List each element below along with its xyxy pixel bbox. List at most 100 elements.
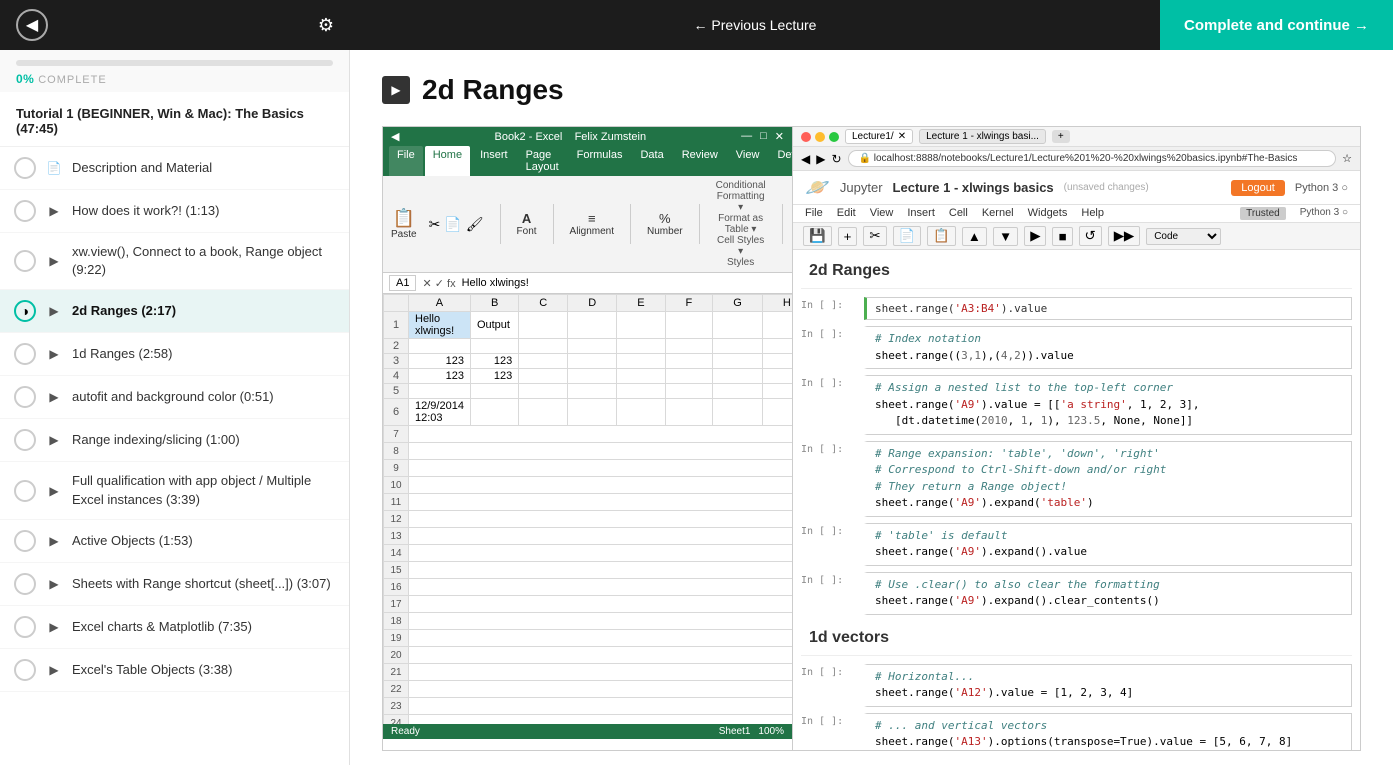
course-item-8[interactable]: ▶ Full qualification with app object / M…: [0, 462, 349, 519]
cell-b1[interactable]: Output: [470, 312, 518, 339]
cell-c3[interactable]: [519, 354, 568, 369]
minimize-dot[interactable]: [815, 132, 825, 142]
tab-file[interactable]: File: [389, 146, 423, 176]
browser-refresh-button[interactable]: ↻: [831, 152, 841, 166]
cell-a2[interactable]: [409, 339, 471, 354]
menu-help[interactable]: Help: [1081, 207, 1104, 220]
course-item-6[interactable]: ▶ autofit and background color (0:51): [0, 376, 349, 419]
cell-g3[interactable]: [713, 354, 763, 369]
cell-c2[interactable]: [519, 339, 568, 354]
close-dot[interactable]: [801, 132, 811, 142]
cell-ref-box[interactable]: A1: [389, 275, 416, 291]
cell-f2[interactable]: [665, 339, 713, 354]
excel-grid-container[interactable]: A B C D E F G H: [383, 294, 792, 724]
complete-continue-button[interactable]: Complete and continue →: [1160, 0, 1393, 50]
menu-cell[interactable]: Cell: [949, 207, 968, 220]
copy-cell-btn[interactable]: 📄: [893, 226, 922, 246]
cell-c4[interactable]: [519, 369, 568, 384]
settings-button[interactable]: ⚙: [318, 15, 334, 36]
course-item-11[interactable]: ▶ Excel charts & Matplotlib (7:35): [0, 606, 349, 649]
course-item-1[interactable]: 📄 Description and Material: [0, 147, 349, 190]
tab-close-icon[interactable]: ✕: [898, 131, 906, 142]
menu-insert[interactable]: Insert: [907, 207, 935, 220]
move-up-btn[interactable]: ▲: [962, 227, 987, 246]
stop-btn[interactable]: ■: [1052, 227, 1072, 246]
cell-d5[interactable]: [568, 384, 617, 399]
excel-panel[interactable]: ◀ Book2 - Excel Felix Zumstein — □ ✕ Fil…: [382, 126, 792, 751]
course-item-2[interactable]: ▶ How does it work?! (1:13): [0, 190, 349, 233]
move-down-btn[interactable]: ▼: [993, 227, 1018, 246]
cell-b4[interactable]: 123: [470, 369, 518, 384]
save-toolbar-btn[interactable]: 💾: [803, 226, 832, 246]
bold-button[interactable]: A: [517, 211, 537, 226]
browser-back-button[interactable]: ◀: [801, 152, 810, 166]
cell-c5[interactable]: [519, 384, 568, 399]
cell-d6[interactable]: [568, 399, 617, 426]
cell-type-selector[interactable]: Code Markdown: [1146, 228, 1221, 245]
course-item-7[interactable]: ▶ Range indexing/slicing (1:00): [0, 419, 349, 462]
add-cell-btn[interactable]: +: [838, 227, 858, 246]
browser-forward-button[interactable]: ▶: [816, 152, 825, 166]
back-button[interactable]: ◀: [16, 9, 48, 41]
cell-h5[interactable]: [762, 384, 792, 399]
run-all-btn[interactable]: ▶▶: [1108, 226, 1141, 246]
cell-g6[interactable]: [713, 399, 763, 426]
course-item-4[interactable]: ◑ ▶ 2d Ranges (2:17): [0, 290, 349, 333]
cell-a3[interactable]: 123: [409, 354, 471, 369]
tab-home[interactable]: Home: [425, 146, 470, 176]
prev-lecture-button[interactable]: ← Previous Lecture: [694, 17, 817, 33]
cell-h2[interactable]: [762, 339, 792, 354]
code-cell-4[interactable]: # Range expansion: 'table', 'down', 'rig…: [864, 441, 1352, 517]
code-cell-5[interactable]: # 'table' is default sheet.range('A9').e…: [864, 523, 1352, 566]
cell-e3[interactable]: [617, 354, 665, 369]
close-icon[interactable]: ✕: [775, 130, 784, 143]
restart-btn[interactable]: ↺: [1079, 226, 1102, 246]
cell-a1[interactable]: Hello xlwings!: [409, 312, 471, 339]
course-item-9[interactable]: ▶ Active Objects (1:53): [0, 520, 349, 563]
tab-view[interactable]: View: [728, 146, 768, 176]
number-icon[interactable]: %: [647, 211, 683, 226]
cell-a5[interactable]: [409, 384, 471, 399]
align-icon[interactable]: ≡: [570, 211, 614, 226]
cell-e6[interactable]: [617, 399, 665, 426]
browser-tab-active[interactable]: Lecture1/ ✕: [845, 129, 913, 144]
cell-d1[interactable]: [568, 312, 617, 339]
course-item-12[interactable]: ▶ Excel's Table Objects (3:38): [0, 649, 349, 692]
cell-d2[interactable]: [568, 339, 617, 354]
cell-f4[interactable]: [665, 369, 713, 384]
paste-cell-btn[interactable]: 📋: [927, 226, 956, 246]
browser-tab-inactive[interactable]: Lecture 1 - xlwings basi...: [919, 129, 1046, 144]
cell-e2[interactable]: [617, 339, 665, 354]
course-item-3[interactable]: ▶ xw.view(), Connect to a book, Range ob…: [0, 233, 349, 290]
cell-c1[interactable]: [519, 312, 568, 339]
menu-edit[interactable]: Edit: [837, 207, 856, 220]
cell-g1[interactable]: [713, 312, 763, 339]
tab-data[interactable]: Data: [632, 146, 671, 176]
code-cell-7[interactable]: # Horizontal... sheet.range('A12').value…: [864, 664, 1352, 707]
conditional-format[interactable]: Conditional Formatting ▾: [716, 180, 766, 213]
cell-a4[interactable]: 123: [409, 369, 471, 384]
paste-icon[interactable]: 📋: [393, 208, 415, 229]
code-cell-2[interactable]: # Index notation sheet.range((3,1),(4,2)…: [864, 326, 1352, 369]
tab-review[interactable]: Review: [674, 146, 726, 176]
cell-h6[interactable]: [762, 399, 792, 426]
cell-h3[interactable]: [762, 354, 792, 369]
cell-f3[interactable]: [665, 354, 713, 369]
menu-file[interactable]: File: [805, 207, 823, 220]
course-item-5[interactable]: ▶ 1d Ranges (2:58): [0, 333, 349, 376]
new-tab-button[interactable]: +: [1052, 130, 1070, 143]
cut-icon[interactable]: ✂: [429, 216, 441, 233]
cell-b3[interactable]: 123: [470, 354, 518, 369]
cell-d3[interactable]: [568, 354, 617, 369]
cell-e1[interactable]: [617, 312, 665, 339]
tab-insert[interactable]: Insert: [472, 146, 516, 176]
maximize-icon[interactable]: □: [760, 130, 767, 143]
code-cell-8[interactable]: # ... and vertical vectors sheet.range('…: [864, 713, 1352, 751]
minimize-icon[interactable]: —: [741, 130, 752, 143]
cell-styles[interactable]: Cell Styles ▾: [716, 235, 766, 257]
tab-formulas[interactable]: Formulas: [569, 146, 631, 176]
menu-widgets[interactable]: Widgets: [1028, 207, 1068, 220]
menu-kernel[interactable]: Kernel: [982, 207, 1014, 220]
cell-a6[interactable]: 12/9/2014 12:03: [409, 399, 471, 426]
cell-f1[interactable]: [665, 312, 713, 339]
